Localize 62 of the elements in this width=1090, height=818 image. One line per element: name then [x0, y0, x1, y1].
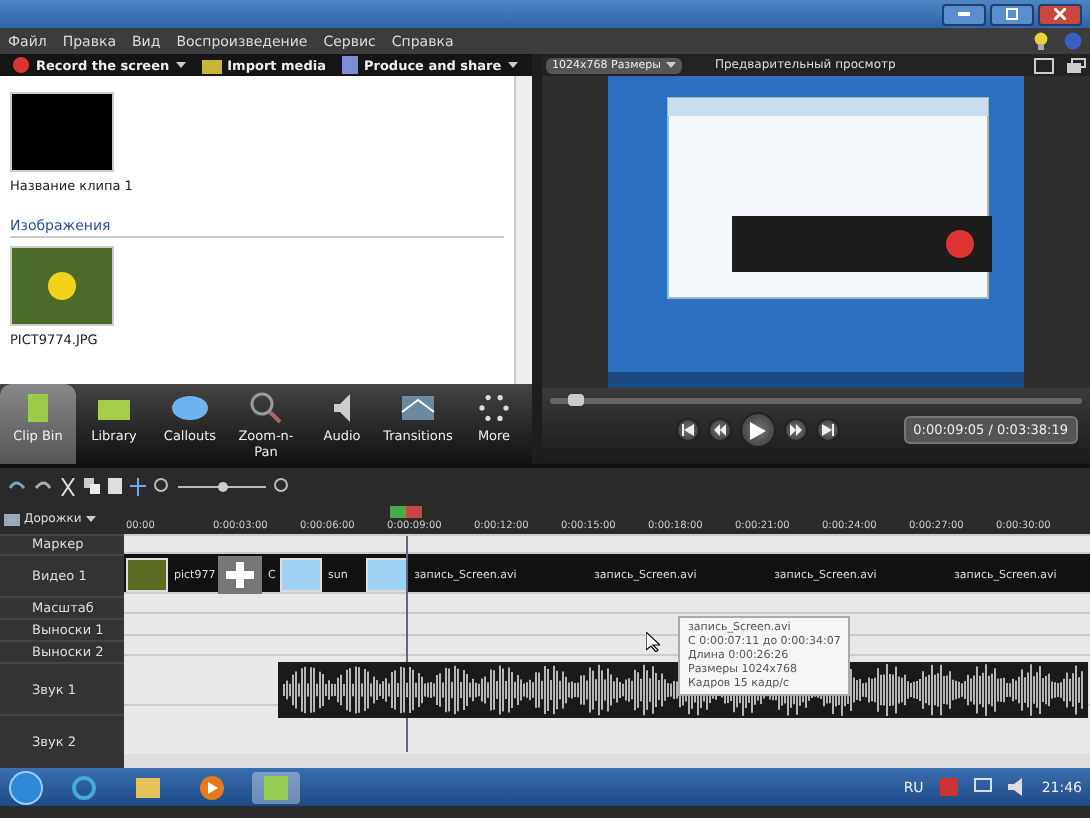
fast-forward-button[interactable] [783, 418, 808, 443]
lightbulb-icon[interactable] [1034, 32, 1048, 50]
caret-icon [507, 62, 518, 68]
cursor-icon [646, 632, 660, 652]
paste-icon [108, 478, 122, 494]
caret-icon [666, 62, 677, 69]
photo-placeholder[interactable] [10, 246, 114, 326]
flower-icon [46, 270, 78, 302]
caret-icon [85, 516, 96, 523]
restore-button[interactable] [990, 3, 1034, 25]
clip-thumbnail [366, 558, 408, 592]
horizontal-scrollbar[interactable] [124, 753, 1090, 768]
browser-icon [72, 775, 96, 799]
document-icon [24, 392, 52, 424]
scrollbar[interactable] [514, 76, 532, 384]
undo-icon [8, 478, 26, 494]
transition-icon [400, 392, 436, 424]
copy-icon [84, 478, 100, 494]
detach-icon[interactable] [1066, 57, 1086, 74]
record-icon [12, 56, 30, 74]
skip-back-button[interactable] [675, 418, 700, 443]
minimize-icon [958, 12, 970, 16]
rewind-icon [713, 424, 726, 437]
copy-button[interactable] [84, 478, 100, 494]
fullscreen-icon[interactable] [1034, 57, 1054, 74]
restore-icon [1006, 8, 1018, 20]
play-icon [200, 775, 224, 799]
speech-bubble-icon [170, 392, 210, 424]
cut-button[interactable] [60, 477, 76, 495]
fast-forward-icon [789, 424, 802, 437]
skip-forward-button[interactable] [815, 418, 840, 443]
playhead-marker[interactable] [390, 506, 422, 518]
undo-button[interactable] [8, 478, 26, 494]
redo-icon [34, 478, 52, 494]
transition-icon [218, 556, 262, 594]
folder-icon [136, 777, 160, 797]
split-button[interactable] [130, 477, 146, 495]
film-icon [341, 56, 358, 74]
play-icon [749, 421, 766, 440]
folder-icon [201, 56, 222, 74]
rewind-button[interactable] [707, 418, 732, 443]
skip-back-icon [681, 424, 694, 437]
close-button[interactable] [1038, 3, 1082, 25]
minimize-button[interactable] [942, 3, 986, 25]
caret-icon [175, 62, 186, 68]
clip-thumbnail [280, 558, 322, 592]
app-icon [264, 775, 288, 799]
redo-button[interactable] [34, 478, 52, 494]
close-icon [1054, 8, 1066, 20]
volume-icon[interactable] [1007, 778, 1026, 796]
scissors-icon [60, 477, 76, 495]
playback-slider[interactable] [550, 398, 1082, 405]
tracks-icon [4, 513, 20, 526]
split-icon [130, 477, 146, 495]
video-thumbnail[interactable] [10, 92, 114, 172]
skip-forward-icon [821, 424, 834, 437]
magnifier-icon [250, 392, 282, 424]
dots-icon [478, 392, 510, 424]
start-button[interactable] [8, 769, 44, 805]
play-button[interactable] [739, 412, 776, 449]
app-taskbar-button[interactable] [252, 771, 300, 803]
speaker-icon [330, 392, 354, 424]
